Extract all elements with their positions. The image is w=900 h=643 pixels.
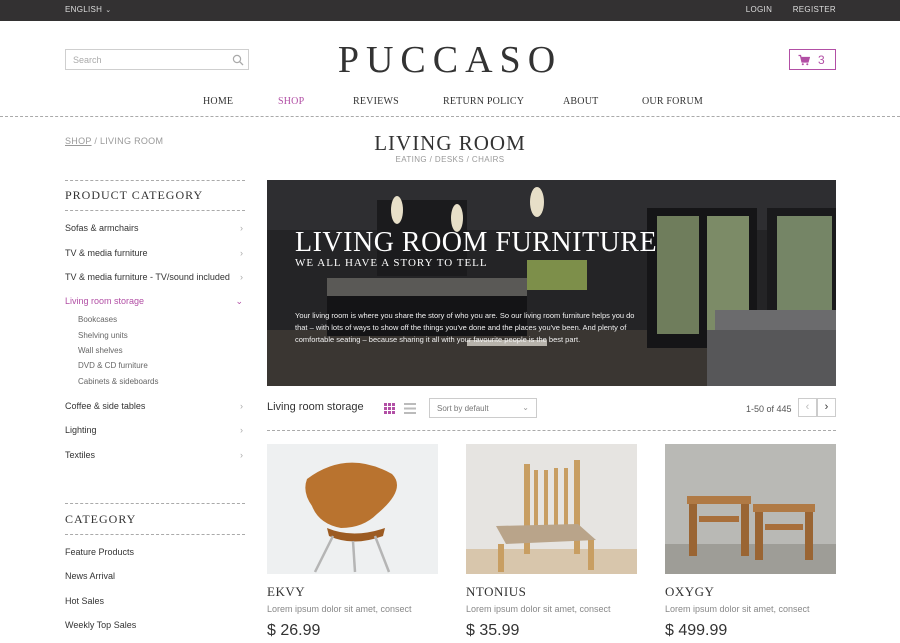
sort-label: Sort by default — [437, 404, 489, 413]
sidebar-item-living-room-storage[interactable]: Living room storage ⌄ — [65, 296, 245, 306]
grid-view-icon[interactable] — [384, 403, 395, 414]
product-price: $ 499.99 — [665, 622, 728, 639]
nav-our-forum[interactable]: OUR FORUM — [642, 96, 703, 107]
cart-icon — [798, 54, 810, 66]
cart-button[interactable]: 3 — [789, 49, 836, 70]
chevron-right-icon: › — [240, 223, 243, 233]
sidebar-divider — [65, 210, 245, 211]
login-link[interactable]: LOGIN — [746, 5, 772, 14]
product-card[interactable]: OXYGY Lorem ipsum dolor sit amet, consec… — [665, 444, 836, 639]
sidebar-item-label: Coffee & side tables — [65, 401, 146, 411]
product-price: $ 26.99 — [267, 622, 321, 639]
chevron-down-icon: ⌄ — [235, 296, 243, 306]
sidebar-item-sofas[interactable]: Sofas & armchairs › — [65, 223, 245, 233]
chevron-right-icon: › — [240, 272, 243, 282]
category-feature-products[interactable]: Feature Products — [65, 547, 245, 557]
chevron-down-icon: ⌄ — [522, 403, 529, 412]
nav-about[interactable]: ABOUT — [563, 96, 598, 107]
nav-divider — [0, 116, 900, 117]
result-range: 1-50 of 445 — [746, 404, 792, 414]
hero-tagline: WE ALL HAVE A STORY TO TELL — [295, 257, 488, 269]
product-desc: Lorem ipsum dolor sit amet, consect — [267, 604, 412, 614]
hero-text: Your living room is where you share the … — [295, 311, 635, 344]
product-category-title: PRODUCT CATEGORY — [65, 188, 204, 202]
sidebar-item-label: TV & media furniture — [65, 248, 148, 258]
sidebar-item-label: Living room storage — [65, 296, 145, 306]
sidebar-subitem-shelving[interactable]: Shelving units — [78, 331, 128, 340]
product-image[interactable] — [665, 444, 836, 574]
category-weekly-top-sales[interactable]: Weekly Top Sales — [65, 620, 245, 630]
list-view-icon[interactable] — [404, 403, 416, 414]
sidebar-item-coffee-tables[interactable]: Coffee & side tables › — [65, 401, 245, 411]
sidebar-divider — [65, 534, 245, 535]
sidebar-divider — [65, 180, 245, 181]
product-price: $ 35.99 — [466, 622, 520, 639]
product-name[interactable]: EKVY — [267, 584, 305, 600]
main-nav: HOME SHOP REVIEWS RETURN POLICY ABOUT OU… — [0, 96, 900, 110]
sidebar-item-label: Textiles — [65, 450, 96, 460]
chevron-right-icon: › — [240, 248, 243, 258]
chevron-down-icon: ⌄ — [105, 7, 112, 14]
page-subtitle: EATING / DESKS / CHAIRS — [395, 155, 505, 164]
sidebar-item-label: TV & media furniture - TV/sound included — [65, 272, 230, 282]
page-title: LIVING ROOM — [374, 131, 526, 155]
product-card[interactable]: EKVY Lorem ipsum dolor sit amet, consect… — [267, 444, 438, 639]
chevron-right-icon: › — [240, 401, 243, 411]
logo[interactable]: PUCCASO — [0, 38, 900, 82]
register-link[interactable]: REGISTER — [793, 5, 836, 14]
sidebar-divider — [65, 503, 245, 504]
product-image[interactable] — [267, 444, 438, 574]
sidebar-subitem-wall-shelves[interactable]: Wall shelves — [78, 346, 123, 355]
sidebar-item-label: Lighting — [65, 425, 97, 435]
product-image[interactable] — [466, 444, 637, 574]
product-name[interactable]: OXYGY — [665, 584, 714, 600]
prev-page-button[interactable]: ‹ — [798, 398, 817, 417]
nav-home[interactable]: HOME — [203, 96, 233, 107]
sidebar-subitem-dvd-cd[interactable]: DVD & CD furniture — [78, 361, 148, 370]
sidebar-item-label: Sofas & armchairs — [65, 223, 139, 233]
top-bar: ENGLISH ⌄ LOGIN REGISTER — [0, 0, 900, 21]
language-label: ENGLISH — [65, 5, 103, 14]
hero-image — [267, 180, 836, 386]
sidebar-item-tv-media-sound[interactable]: TV & media furniture - TV/sound included… — [65, 272, 245, 282]
sort-select[interactable]: Sort by default ⌄ — [429, 398, 537, 418]
nav-return-policy[interactable]: RETURN POLICY — [443, 96, 524, 107]
language-selector[interactable]: ENGLISH ⌄ — [65, 5, 111, 14]
sidebar-item-textiles[interactable]: Textiles › — [65, 450, 245, 460]
category-news-arrival[interactable]: News Arrival — [65, 571, 245, 581]
sidebar-subitem-bookcases[interactable]: Bookcases — [78, 315, 117, 324]
listing-title: Living room storage — [267, 401, 364, 413]
sidebar-item-tv-media[interactable]: TV & media furniture › — [65, 248, 245, 258]
hero-title: LIVING ROOM FURNITURE — [295, 227, 658, 258]
product-name[interactable]: NTONIUS — [466, 584, 526, 600]
sidebar-subitem-cabinets[interactable]: Cabinets & sideboards — [78, 377, 159, 386]
product-card[interactable]: NTONIUS Lorem ipsum dolor sit amet, cons… — [466, 444, 637, 639]
category-hot-sales[interactable]: Hot Sales — [65, 596, 245, 606]
product-desc: Lorem ipsum dolor sit amet, consect — [665, 604, 810, 614]
nav-shop[interactable]: SHOP — [278, 96, 304, 107]
sidebar-item-lighting[interactable]: Lighting › — [65, 425, 245, 435]
chevron-right-icon: › — [240, 450, 243, 460]
category-title: CATEGORY — [65, 512, 137, 526]
cart-count: 3 — [818, 53, 825, 67]
hero-banner: LIVING ROOM FURNITURE WE ALL HAVE A STOR… — [267, 180, 836, 386]
next-page-button[interactable]: › — [817, 398, 836, 417]
product-desc: Lorem ipsum dolor sit amet, consect — [466, 604, 611, 614]
nav-reviews[interactable]: REVIEWS — [353, 96, 399, 107]
toolbar-divider — [267, 430, 836, 431]
chevron-right-icon: › — [240, 425, 243, 435]
